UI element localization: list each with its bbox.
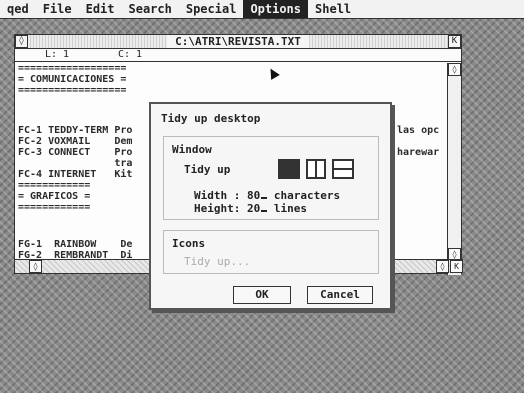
menu-file[interactable]: File [36,0,79,18]
vertical-scrollbar[interactable]: ◊ ◊ [447,63,461,275]
tidy-up-dialog: Tidy up desktop Window Tidy up Width : 8… [149,102,392,310]
height-input[interactable]: 20 [247,202,260,215]
menu-bar: qed File Edit Search Special Options She… [0,0,524,19]
text-line: FC-3 CONNECT Pro [18,147,133,158]
text-line: ============ [18,180,91,191]
text-line: FC-2 VOXMAIL Dem [18,136,133,147]
resize-box-icon[interactable]: K [450,260,463,273]
text-line: FC-1 TEDDY-TERM Pro [18,125,133,136]
column-indicator: C: 1 [118,49,143,60]
height-label: Height: [194,202,241,215]
fuller-box-icon[interactable]: K [448,35,461,48]
window-tidy-label: Tidy up [184,163,231,176]
width-row: Width : 80 characters [194,189,340,202]
window-group: Window Tidy up Width : 80 characters Hei… [163,136,379,220]
text-fragment: harewar [397,147,440,158]
scroll-left-arrow-icon[interactable]: ◊ [29,260,42,273]
icons-group: Icons Tidy up... [163,230,379,274]
menu-special[interactable]: Special [179,0,244,18]
window-title: C:\ATRI\REVISTA.TXT [167,35,309,48]
scroll-up-arrow-icon[interactable]: ◊ [448,63,461,76]
cursor-info-bar: L: 1 C: 1 [15,49,461,62]
window-group-label: Window [172,143,212,156]
width-unit: characters [273,189,341,202]
ok-button[interactable]: OK [233,286,291,304]
text-line: FG-2 REMBRANDT Di [18,250,133,259]
close-box-icon[interactable]: ◊ [15,35,28,48]
cancel-button[interactable]: Cancel [307,286,373,304]
text-line: = GRAFICOS = [18,191,91,202]
window-titlebar[interactable]: ◊ C:\ATRI\REVISTA.TXT K [15,35,461,49]
text-line: = COMUNICACIONES = [18,74,127,85]
line-indicator: L: 1 [45,49,70,60]
text-caret [261,202,268,212]
side-by-side-layout-icon[interactable] [306,159,326,179]
icons-tidy-button[interactable]: Tidy up... [184,255,250,268]
height-unit: lines [273,202,307,215]
menu-options[interactable]: Options [243,0,309,18]
dialog-title: Tidy up desktop [161,112,261,125]
text-line: tra [18,158,133,169]
text-caret [261,189,268,199]
menu-shell[interactable]: Shell [308,0,358,18]
menu-edit[interactable]: Edit [79,0,122,18]
text-line: FC-4 INTERNET Kit [18,169,133,180]
text-fragment: las opc [397,125,440,136]
width-label: Width : [194,189,241,202]
width-input[interactable]: 80 [247,189,260,202]
menu-qed[interactable]: qed [0,0,36,18]
menu-search[interactable]: Search [122,0,179,18]
tiled-layout-icon[interactable] [332,159,354,179]
stacked-layout-icon[interactable] [278,159,300,179]
scroll-right-arrow-icon[interactable]: ◊ [436,260,449,273]
icons-group-label: Icons [172,237,206,250]
text-line: ================== [18,63,127,74]
text-line: FG-1 RAINBOW De [18,239,133,250]
text-line: ============ [18,202,91,213]
height-row: Height: 20 lines [194,202,307,215]
text-line: ================== [18,85,127,96]
